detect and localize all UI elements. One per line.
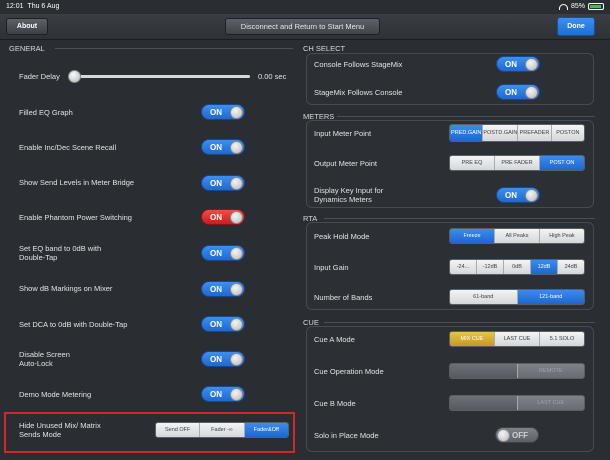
peak-hold-freeze[interactable]: Freeze [450,229,495,243]
ch-select-title: CH SELECT [303,44,346,53]
console-follows-toggle[interactable]: ON [496,56,540,72]
output-meter-label: Output Meter Point [314,159,377,168]
input-gain-12[interactable]: 12dB [531,260,558,274]
solo-in-place-label: Solo in Place Mode [314,431,379,440]
db-markings-label: Show dB Markings on Mixer [19,284,113,293]
fader-delay-label: Fader Delay [19,72,60,81]
status-time: 12:01 Thu 6 Aug [6,3,60,10]
bands-label: Number of Bands [314,293,373,302]
inc-dec-recall-toggle[interactable]: ON [201,139,245,155]
cue-divider [324,322,595,323]
filled-eq-label: Filled EQ Graph [19,108,73,117]
bands-selector: 61-band 121-band [449,289,585,305]
demo-metering-toggle[interactable]: ON [201,386,245,402]
battery-icon [588,3,604,10]
input-meter-label: Input Meter Point [314,129,372,138]
cue-b-last-cue[interactable]: LAST CUE [517,396,584,410]
cue-a-last-cue[interactable]: LAST CUE [495,332,540,346]
stagemix-follows-toggle[interactable]: ON [496,84,540,100]
input-gain-m12[interactable]: -12dB [477,260,504,274]
console-follows-label: Console Follows StageMix [314,60,403,69]
send-levels-toggle[interactable]: ON [201,175,245,191]
disconnect-button[interactable]: Disconnect and Return to Start Menu [225,18,380,35]
cue-a-mix-cue[interactable]: MIX CUE [450,332,495,346]
input-meter-selector: PRE D.GAIN POST D.GAIN PRE FADER POST ON [449,124,585,142]
top-bar: About Disconnect and Return to Start Men… [0,14,610,40]
highlight-box [4,412,295,453]
phantom-power-label: Enable Phantom Power Switching [19,213,132,222]
cue-a-51-solo[interactable]: 5.1 SOLO [540,332,584,346]
auto-lock-label: Disable Screen Auto-Lock [19,350,70,368]
demo-metering-label: Demo Mode Metering [19,390,92,399]
cue-a-selector: MIX CUE LAST CUE 5.1 SOLO [449,331,585,347]
output-meter-selector: PRE EQ PRE FADER POST ON [449,155,585,171]
inc-dec-recall-label: Enable Inc/Dec Scene Recall [19,143,117,152]
cue-b-mix-cue[interactable] [450,396,518,410]
auto-lock-toggle[interactable]: ON [201,351,245,367]
input-gain-m24[interactable]: -24... [450,260,477,274]
wifi-icon [558,3,568,10]
rta-divider [324,218,595,219]
done-button[interactable]: Done [557,17,595,36]
meters-divider [337,116,595,117]
input-gain-selector: -24... -12dB 0dB 12dB 24dB [449,259,585,275]
display-key-label: Display Key Input for Dynamics Meters [314,186,384,204]
input-gain-24[interactable]: 24dB [558,260,584,274]
peak-hold-selector: Freeze All Peaks High Peak [449,228,585,244]
phantom-power-toggle[interactable]: ON [201,209,245,225]
input-gain-label: Input Gain [314,263,349,272]
input-meter-pre-fader[interactable]: PRE FADER [518,125,552,141]
dca-0db-toggle[interactable]: ON [201,316,245,332]
cue-b-label: Cue B Mode [314,399,356,408]
bands-61[interactable]: 61-band [450,290,518,304]
dca-0db-label: Set DCA to 0dB with Double-Tap [19,320,128,329]
general-divider [55,48,293,49]
solo-in-place-toggle[interactable]: OFF [495,427,539,443]
cue-operation-label: Cue Operation Mode [314,367,384,376]
send-levels-label: Show Send Levels in Meter Bridge [19,178,135,187]
cue-operation-selector: REMOTE [449,363,585,379]
output-meter-pre-fader[interactable]: PRE FADER [495,156,540,170]
cue-b-selector: LAST CUE [449,395,585,411]
db-markings-toggle[interactable]: ON [201,281,245,297]
peak-hold-high[interactable]: High Peak [540,229,584,243]
eq-band-0db-toggle[interactable]: ON [201,245,245,261]
status-right: 85% [558,3,604,10]
battery-percent: 85% [570,3,585,10]
display-key-toggle[interactable]: ON [496,187,540,203]
filled-eq-toggle[interactable]: ON [201,104,245,120]
stagemix-follows-label: StageMix Follows Console [314,88,403,97]
cue-a-label: Cue A Mode [314,335,355,344]
output-meter-pre-eq[interactable]: PRE EQ [450,156,495,170]
bands-121[interactable]: 121-band [517,290,584,304]
general-title: GENERAL [9,44,45,53]
fader-delay-value: 0.00 sec [258,72,287,81]
input-meter-post-dgain[interactable]: POST D.GAIN [483,125,519,141]
input-meter-post-on[interactable]: POST ON [551,125,584,141]
status-bar: 12:01 Thu 6 Aug 85% [0,0,610,14]
fader-delay-slider[interactable] [75,75,250,78]
output-meter-post-on[interactable]: POST ON [540,156,584,170]
input-meter-pre-dgain[interactable]: PRE D.GAIN [450,125,484,141]
about-button[interactable]: About [6,18,48,35]
eq-band-0db-label: Set EQ band to 0dB with Double-Tap [19,244,102,262]
fader-delay-slider-knob[interactable] [68,70,81,83]
input-gain-0[interactable]: 0dB [504,260,531,274]
cue-operation-local[interactable] [450,364,518,378]
cue-operation-remote[interactable]: REMOTE [517,364,584,378]
peak-hold-label: Peak Hold Mode [314,232,370,241]
peak-hold-all[interactable]: All Peaks [495,229,540,243]
